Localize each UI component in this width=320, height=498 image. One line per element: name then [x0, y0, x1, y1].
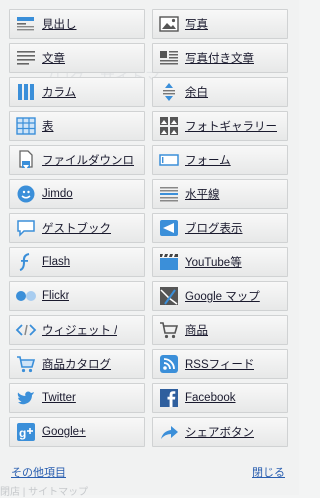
share-button-label: シェアボタン	[185, 427, 254, 439]
horizontal-line-label: 水平線	[185, 189, 220, 201]
add-share-button[interactable]: シェアボタン	[152, 417, 288, 447]
table-icon	[15, 115, 37, 137]
add-guestbook-button[interactable]: ゲストブック	[9, 213, 145, 243]
blog-display-label: ブログ表示	[185, 223, 243, 235]
add-file-download-button[interactable]: ファイルダウンロ	[9, 145, 145, 175]
horizontal-line-icon	[158, 183, 180, 205]
twitter-icon	[15, 387, 37, 409]
product-catalog-label: 商品カタログ	[42, 359, 111, 371]
guestbook-label: ゲストブック	[42, 223, 111, 235]
text-label: 文章	[42, 53, 65, 65]
add-columns-button[interactable]: カラム	[9, 77, 145, 107]
jimdo-icon	[15, 183, 37, 205]
product-icon	[158, 319, 180, 341]
add-google-map-button[interactable]: Google マップ	[152, 281, 288, 311]
add-form-button[interactable]: フォーム	[152, 145, 288, 175]
form-label: フォーム	[185, 155, 231, 167]
facebook-icon	[158, 387, 180, 409]
video-label: YouTube等	[185, 257, 242, 269]
add-product-button[interactable]: 商品	[152, 315, 288, 345]
add-element-panel: ブログ サイトマ 見出し 写真 文章 写真付き文章	[0, 0, 299, 498]
jimdo-label: Jimdo	[42, 188, 73, 200]
add-facebook-button[interactable]: Facebook	[152, 383, 288, 413]
heading-icon	[15, 13, 37, 35]
photo-label: 写真	[185, 19, 208, 31]
share-button-icon	[158, 421, 180, 443]
blog-display-icon	[158, 217, 180, 239]
add-horizontal-line-button[interactable]: 水平線	[152, 179, 288, 209]
text-with-photo-label: 写真付き文章	[185, 53, 254, 65]
add-photo-button[interactable]: 写真	[152, 9, 288, 39]
add-twitter-button[interactable]: Twitter	[9, 383, 145, 413]
rss-icon	[158, 353, 180, 375]
google-plus-icon: g	[15, 421, 37, 443]
spacing-icon	[158, 81, 180, 103]
add-text-with-photo-button[interactable]: 写真付き文章	[152, 43, 288, 73]
add-table-button[interactable]: 表	[9, 111, 145, 141]
flickr-icon	[15, 285, 37, 307]
spacing-label: 余白	[185, 87, 208, 99]
twitter-label: Twitter	[42, 392, 76, 404]
add-blog-display-button[interactable]: ブログ表示	[152, 213, 288, 243]
google-map-icon	[158, 285, 180, 307]
add-video-button[interactable]: YouTube等	[152, 247, 288, 277]
flash-icon	[15, 251, 37, 273]
text-with-photo-icon	[158, 47, 180, 69]
flickr-label: Flickr	[42, 290, 70, 302]
element-grid: 見出し 写真 文章 写真付き文章 カラム 余白 表 フォトギャラリー ファイルダ…	[9, 9, 288, 447]
add-text-button[interactable]: 文章	[9, 43, 145, 73]
rss-label: RSSフィード	[185, 359, 255, 371]
google-plus-label: Google+	[42, 426, 86, 438]
photo-gallery-icon	[158, 115, 180, 137]
product-label: 商品	[185, 325, 208, 337]
photo-gallery-label: フォトギャラリー	[185, 121, 277, 133]
widget-icon	[15, 319, 37, 341]
panel-footer: その他項目 閉じる	[0, 461, 299, 481]
svg-text:g: g	[19, 426, 26, 440]
add-google-plus-button[interactable]: g Google+	[9, 417, 145, 447]
form-icon	[158, 149, 180, 171]
add-flash-button[interactable]: Flash	[9, 247, 145, 277]
file-download-label: ファイルダウンロ	[42, 155, 134, 167]
add-product-catalog-button[interactable]: 商品カタログ	[9, 349, 145, 379]
product-catalog-icon	[15, 353, 37, 375]
google-map-label: Google マップ	[185, 291, 260, 303]
widget-label: ウィジェット /	[42, 325, 118, 337]
add-jimdo-button[interactable]: Jimdo	[9, 179, 145, 209]
text-icon	[15, 47, 37, 69]
file-download-icon	[15, 149, 37, 171]
columns-icon	[15, 81, 37, 103]
columns-label: カラム	[42, 87, 77, 99]
close-link[interactable]: 閉じる	[252, 464, 285, 480]
facebook-label: Facebook	[185, 392, 236, 404]
add-widget-button[interactable]: ウィジェット /	[9, 315, 145, 345]
video-icon	[158, 251, 180, 273]
background-footer-text: 閉店 | サイトマップ	[0, 487, 89, 498]
add-rss-button[interactable]: RSSフィード	[152, 349, 288, 379]
add-photo-gallery-button[interactable]: フォトギャラリー	[152, 111, 288, 141]
flash-label: Flash	[42, 256, 71, 268]
table-label: 表	[42, 121, 54, 133]
add-flickr-button[interactable]: Flickr	[9, 281, 145, 311]
guestbook-icon	[15, 217, 37, 239]
add-spacing-button[interactable]: 余白	[152, 77, 288, 107]
heading-label: 見出し	[42, 19, 77, 31]
other-items-link[interactable]: その他項目	[11, 464, 66, 480]
add-heading-button[interactable]: 見出し	[9, 9, 145, 39]
photo-icon	[158, 13, 180, 35]
